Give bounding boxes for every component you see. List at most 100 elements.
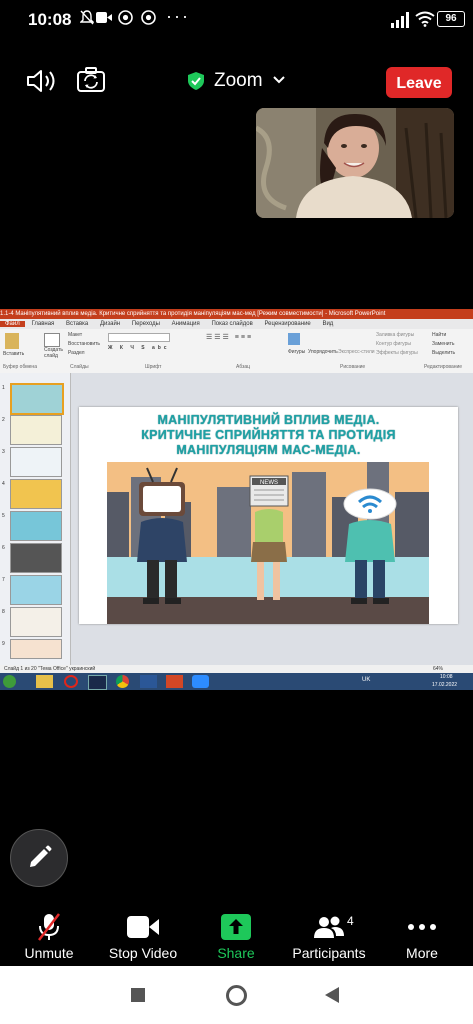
shared-screen[interactable]: 1.1-4 Маніпулятивний вплив медіа. Критич…: [0, 309, 473, 690]
signal-icon: [391, 12, 409, 28]
slide-number: 4: [2, 481, 5, 487]
home-icon[interactable]: [226, 985, 247, 1006]
ppt-tab-home: Главная: [31, 321, 55, 327]
group-editing: Редактирование: [424, 364, 463, 370]
ribbon-outline: Контур фигуры: [376, 341, 411, 347]
slide-heading-line: КРИТИЧНЕ СПРИЙНЯТТЯ ТА ПРОТИДІЯ: [141, 428, 396, 442]
opera-icon: [64, 675, 78, 688]
paragraph-buttons: ☰☰☰ ≡≡≡: [206, 334, 254, 341]
chrome-icon: [118, 10, 133, 25]
recents-icon[interactable]: [131, 988, 145, 1002]
font-format-buttons: Ж К Ч S abc: [108, 345, 170, 351]
unmute-button[interactable]: Unmute: [4, 910, 94, 968]
ribbon-new-slide: Создать слайд: [44, 347, 64, 359]
news-sign: NEWS: [260, 480, 278, 486]
windows-taskbar: UK 10:08 17.02.2022: [0, 673, 473, 690]
more-notifications-icon: ···: [166, 6, 190, 26]
slide-number: 9: [2, 641, 5, 647]
ppt-ribbon-tabs: Файл Главная Вставка Дизайн Переходы Ани…: [0, 319, 473, 329]
ppt-status-bar: Слайд 1 из 20 "Тема Office" украинский 6…: [0, 665, 473, 673]
slide-number: 5: [2, 513, 5, 519]
slide-thumbnail[interactable]: [10, 511, 62, 541]
tray-date: 17.02.2022: [432, 682, 458, 688]
slide-number: 2: [2, 417, 5, 423]
slide-number: 3: [2, 449, 5, 455]
unmute-label: Unmute: [24, 945, 74, 961]
more-label: More: [406, 945, 438, 961]
zoom-app-icon: [192, 675, 209, 688]
participants-button[interactable]: 4 Participants: [284, 910, 374, 968]
slide-illustration: NEWS: [107, 462, 429, 624]
font-name-box: [108, 333, 170, 342]
wifi-icon: [415, 11, 435, 27]
tray-time: 10:08: [440, 674, 453, 680]
ribbon-fill: Заливка фигуры: [376, 332, 415, 338]
pencil-icon: [30, 845, 52, 867]
paste-icon: [5, 333, 19, 349]
participant-video-thumbnail[interactable]: [256, 108, 454, 218]
leave-button[interactable]: Leave: [386, 67, 452, 98]
ribbon-arrange: Упорядочить: [308, 349, 338, 355]
chevron-down-icon: [273, 76, 285, 84]
ppt-tab-transitions: Переходы: [131, 321, 160, 327]
ribbon-quick-styles: Экспресс-стили: [338, 349, 375, 355]
ppt-current-slide[interactable]: МАНІПУЛЯТИВНИЙ ВПЛИВ МЕДІА. КРИТИЧНЕ СПР…: [79, 407, 458, 624]
mute-icon: [80, 10, 94, 25]
meeting-toolbar: Unmute Stop Video Share 4 Participants M…: [0, 910, 473, 970]
group-slides: Слайды: [70, 364, 89, 370]
share-label: Share: [217, 945, 255, 961]
shield-icon: [188, 72, 204, 90]
group-font: Шрифт: [145, 364, 162, 370]
participants-label: Participants: [292, 945, 366, 961]
slide-thumbnail[interactable]: [10, 447, 62, 477]
slide-thumbnail[interactable]: [10, 383, 64, 415]
more-button[interactable]: More: [377, 910, 467, 968]
slide-thumbnail[interactable]: [10, 575, 62, 605]
slide-number: 7: [2, 577, 5, 583]
chrome-icon: [116, 675, 129, 688]
back-icon[interactable]: [324, 986, 340, 1004]
ppt-status-left: Слайд 1 из 20 "Тема Office" украинский: [4, 666, 96, 672]
share-screen-icon: [221, 914, 251, 940]
ribbon-section: Раздел: [68, 350, 85, 356]
slide-number: 1: [2, 385, 5, 391]
ribbon-select: Выделить: [432, 350, 456, 356]
ribbon-replace: Заменить: [432, 341, 455, 347]
participants-icon: [314, 916, 344, 938]
group-drawing: Рисование: [340, 364, 366, 370]
annotate-button[interactable]: [10, 829, 68, 887]
ribbon-shapes: Фигуры: [288, 349, 306, 355]
slide-thumbnail[interactable]: [10, 639, 62, 659]
system-nav-bar: [0, 966, 473, 1024]
ppt-window-title: 1.1-4 Маніпулятивний вплив медіа. Критич…: [0, 309, 473, 319]
video-camera-icon: [127, 916, 159, 938]
status-bar: 10:08 ··· 96: [0, 0, 473, 40]
video-icon: [96, 12, 112, 23]
slide-heading-line: МАНІПУЛЯТИВНИЙ ВПЛИВ МЕДІА.: [157, 413, 380, 427]
ribbon-find: Найти: [432, 332, 447, 338]
stop-video-button[interactable]: Stop Video: [98, 910, 188, 968]
new-slide-icon: [44, 333, 60, 347]
explorer-icon: [36, 675, 53, 688]
stop-video-label: Stop Video: [108, 945, 178, 961]
speaker-icon[interactable]: [26, 68, 58, 94]
powerpoint-icon: [166, 675, 183, 688]
share-button[interactable]: Share: [191, 910, 281, 968]
ppt-tab-insert: Вставка: [65, 321, 89, 327]
switch-camera-icon[interactable]: [76, 66, 106, 94]
slide-thumbnail[interactable]: [10, 607, 62, 637]
ppt-tab-design: Дизайн: [99, 321, 121, 327]
slide-thumbnail[interactable]: [10, 543, 62, 573]
muted-mic-icon: [38, 913, 60, 941]
battery-indicator: 96: [437, 11, 465, 27]
slide-thumbnail[interactable]: [10, 415, 62, 445]
ribbon-paste: Вставить: [3, 351, 25, 357]
more-dots-icon: [408, 924, 436, 930]
ribbon-layout: Макет: [68, 332, 83, 338]
ppt-ribbon: Вставить Создать слайд Макет Восстановит…: [0, 329, 473, 374]
terminal-icon: [88, 675, 107, 690]
slide-thumbnail[interactable]: [10, 479, 62, 509]
word-icon: [140, 675, 157, 688]
tray-language: UK: [362, 677, 371, 683]
shapes-icon: [288, 333, 300, 345]
